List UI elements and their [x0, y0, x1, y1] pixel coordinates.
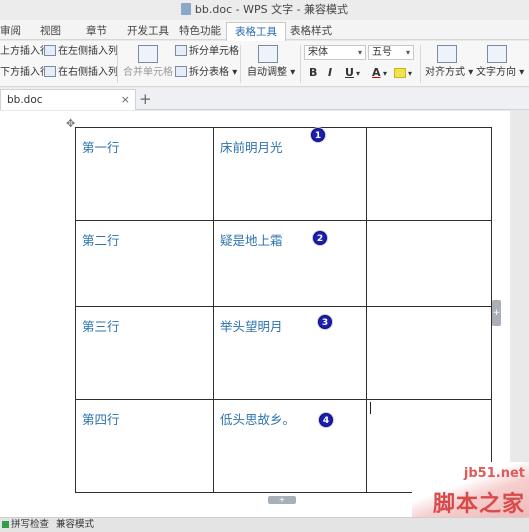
highlight-dropdown-icon[interactable]: ▾	[408, 69, 412, 78]
table-cell[interactable]: 床前明月光	[213, 127, 367, 221]
ribbon-separator	[117, 45, 118, 83]
tab-table-tools[interactable]: 表格工具	[226, 22, 286, 41]
split-cells-icon	[175, 45, 187, 56]
font-size-value: 五号	[372, 47, 392, 58]
table-cell[interactable]	[366, 127, 492, 221]
bold-button[interactable]: B	[309, 66, 317, 79]
insert-col-right-icon	[44, 66, 56, 77]
insert-col-right-label: 在右侧插入列	[58, 67, 118, 78]
document-icon	[180, 3, 191, 15]
tab-features[interactable]: 特色功能	[179, 22, 221, 40]
window-title: bb.doc - WPS 文字 - 兼容模式	[194, 3, 349, 16]
auto-fit-icon	[258, 45, 278, 63]
step-badge-1: 1	[311, 128, 325, 142]
table-cell[interactable]	[366, 306, 492, 400]
font-color-dropdown-icon[interactable]: ▾	[383, 69, 387, 78]
document-table: 第一行 床前明月光 第二行 疑是地上霜 第三行 举头望明月 第四行 低头思故乡。	[75, 127, 492, 493]
highlight-icon[interactable]	[394, 68, 406, 78]
table-cell[interactable]	[366, 220, 492, 307]
split-table-icon	[175, 66, 187, 77]
table-row: 第三行 举头望明月	[75, 306, 492, 400]
underline-button[interactable]: U	[345, 66, 354, 79]
table-cell[interactable]: 第四行	[75, 399, 214, 493]
close-tab-icon[interactable]: ×	[121, 90, 130, 110]
step-badge-2: 2	[313, 231, 327, 245]
font-size-select[interactable]: 五号 ▾	[368, 45, 414, 60]
align-button[interactable]: 对齐方式 ▾	[425, 66, 473, 80]
step-badge-4: 4	[319, 413, 333, 427]
compat-mode-status: 兼容模式	[56, 519, 95, 530]
auto-fit-button[interactable]: 自动调整 ▾	[247, 66, 295, 80]
table-cell[interactable]: 低头思故乡。	[213, 399, 367, 493]
italic-button[interactable]: I	[328, 66, 332, 79]
split-table-dropdown-icon: ▾	[232, 67, 238, 78]
tab-table-style[interactable]: 表格样式	[290, 22, 332, 40]
split-cells-label: 拆分单元格	[189, 46, 239, 57]
tab-section[interactable]: 章节	[86, 22, 107, 40]
split-cells-button[interactable]: 拆分单元格	[175, 45, 239, 59]
auto-fit-label: 自动调整	[247, 67, 287, 78]
spellcheck-status[interactable]: 拼写检查	[2, 518, 49, 532]
font-color-button[interactable]: A	[372, 66, 381, 79]
new-tab-button[interactable]: +	[139, 90, 152, 108]
step-badge-3: 3	[318, 315, 332, 329]
align-dropdown-icon: ▾	[468, 67, 474, 78]
table-row: 第二行 疑是地上霜	[75, 220, 492, 307]
menu-tabs: 审阅 视图 章节 开发工具 特色功能 表格工具 表格样式	[0, 20, 529, 41]
ribbon-separator	[420, 45, 421, 83]
insert-col-right-button[interactable]: 在右侧插入列	[44, 66, 118, 80]
table-move-handle-icon[interactable]: ✥	[66, 117, 75, 130]
insert-col-left-label: 在左侧插入列	[58, 46, 118, 57]
underline-dropdown-icon[interactable]: ▾	[356, 69, 360, 78]
table-cell[interactable]: 第一行	[75, 127, 214, 221]
text-cursor	[370, 402, 371, 414]
table-row: 第一行 床前明月光	[75, 127, 492, 221]
document-tab-bar: bb.doc × +	[0, 88, 529, 110]
font-name-dropdown-icon: ▾	[357, 48, 362, 57]
table-cell[interactable]: 第三行	[75, 306, 214, 400]
table-cell[interactable]: 第二行	[75, 220, 214, 307]
table-cell[interactable]: 举头望明月	[213, 306, 367, 400]
insert-col-left-icon	[44, 45, 56, 56]
font-name-value: 宋体	[308, 47, 328, 58]
tab-view[interactable]: 视图	[40, 22, 61, 40]
add-row-handle[interactable]: +	[268, 496, 296, 504]
watermark-name: 脚本之家	[432, 492, 525, 517]
ribbon-separator	[240, 45, 241, 83]
text-direction-dropdown-icon: ▾	[519, 67, 525, 78]
text-direction-label: 文字方向	[476, 67, 516, 78]
title-bar: bb.doc - WPS 文字 - 兼容模式	[0, 0, 529, 20]
split-table-button[interactable]: 拆分表格 ▾	[175, 66, 237, 80]
text-direction-icon	[487, 45, 507, 63]
align-label: 对齐方式	[425, 67, 465, 78]
table-cell[interactable]: 疑是地上霜	[213, 220, 367, 307]
align-icon	[437, 45, 457, 63]
spellcheck-icon	[2, 521, 9, 528]
status-bar: 拼写检查 兼容模式	[0, 517, 529, 532]
split-table-label: 拆分表格	[189, 67, 229, 78]
insert-row-below-button[interactable]: 下方插入行	[0, 66, 50, 80]
insert-col-left-button[interactable]: 在左侧插入列	[44, 45, 118, 59]
font-size-dropdown-icon: ▾	[405, 48, 410, 57]
spellcheck-label: 拼写检查	[11, 519, 50, 530]
merge-cells-button[interactable]: 合并单元格	[123, 66, 173, 80]
add-column-handle[interactable]: +	[492, 300, 501, 326]
auto-fit-dropdown-icon: ▾	[290, 67, 296, 78]
ribbon-separator	[300, 45, 301, 83]
font-name-select[interactable]: 宋体 ▾	[304, 45, 366, 60]
text-direction-button[interactable]: 文字方向 ▾	[476, 66, 524, 80]
tab-developer[interactable]: 开发工具	[127, 22, 169, 40]
tab-review[interactable]: 审阅	[0, 22, 21, 40]
insert-row-above-button[interactable]: 上方插入行	[0, 45, 50, 59]
document-tab-label: bb.doc	[7, 94, 43, 106]
site-watermark: jb51.net 脚本之家	[412, 462, 529, 517]
document-tab[interactable]: bb.doc ×	[0, 89, 136, 110]
watermark-url: jb51.net	[463, 466, 525, 481]
merge-cells-icon	[138, 45, 158, 63]
